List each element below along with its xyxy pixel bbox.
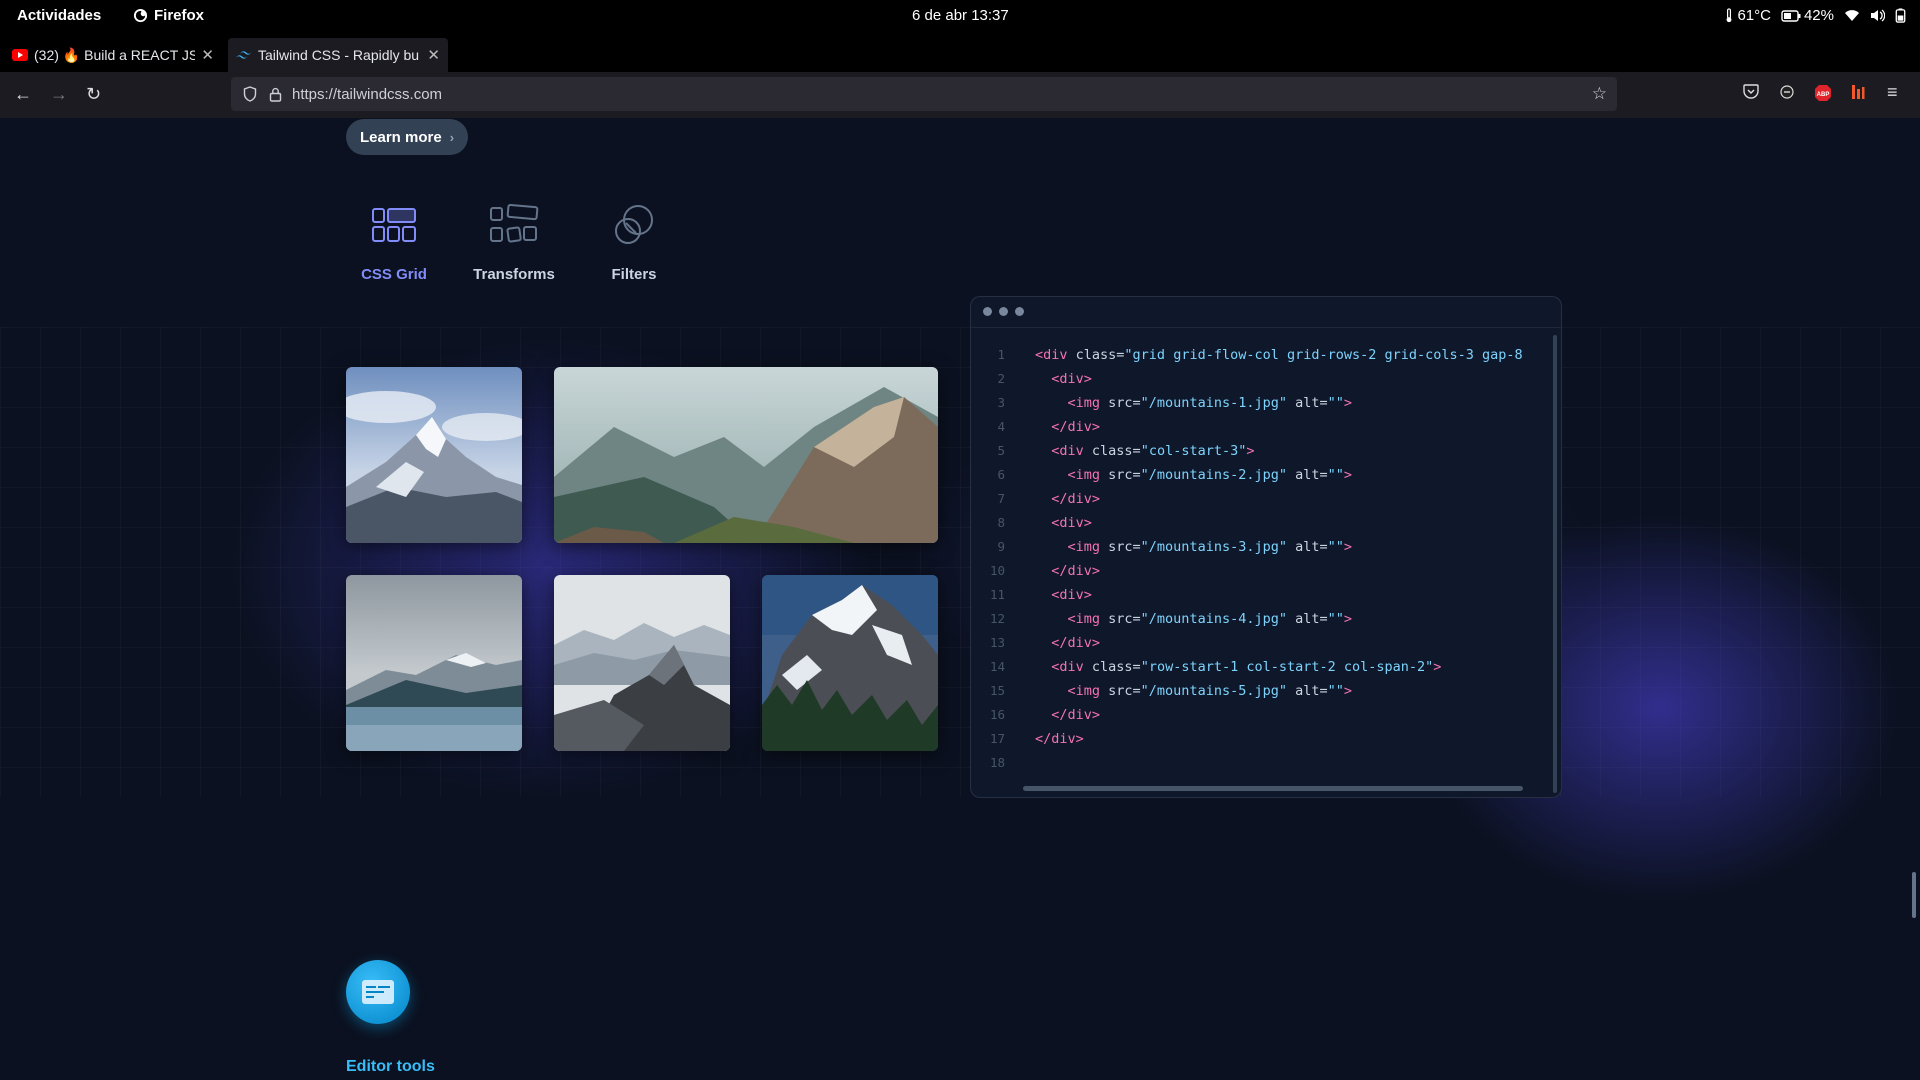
- window-dot: [1015, 307, 1024, 316]
- code-line: 15 <img src="/mountains-5.jpg" alt="">: [989, 683, 1353, 699]
- back-arrow-icon[interactable]: ←: [14, 84, 32, 105]
- filters-icon: [615, 205, 653, 244]
- svg-text:ABP: ABP: [1817, 92, 1830, 98]
- app-menu[interactable]: Firefox: [133, 7, 204, 24]
- window-dot: [983, 307, 992, 316]
- learn-more-label: Learn more: [360, 128, 442, 146]
- code-line: 17 </div>: [989, 731, 1084, 747]
- code-line: 14 <div class="row-start-1 col-start-2 c…: [989, 659, 1442, 675]
- vertical-scrollbar[interactable]: [1553, 335, 1557, 793]
- code-line: 6 <img src="/mountains-2.jpg" alt="">: [997, 467, 1353, 483]
- code-line: 5 <div class="col-start-3">: [997, 443, 1255, 459]
- url-text: https://tailwindcss.com: [292, 85, 443, 103]
- transforms-icon: [490, 204, 539, 243]
- mountain-photo-4: [762, 575, 938, 751]
- system-tray[interactable]: 61°C 42%: [1724, 7, 1906, 24]
- battery-indicator: 42%: [1781, 7, 1834, 24]
- editor-tools-icon: [346, 960, 410, 1024]
- adblock-plus-icon[interactable]: ABP: [1814, 84, 1832, 107]
- temperature-value: 61°C: [1737, 7, 1771, 24]
- close-icon[interactable]: ✕: [427, 46, 440, 64]
- window-controls: [983, 307, 1024, 316]
- code-line: 11 <div>: [989, 587, 1092, 603]
- webpage: Learn more › CSS Grid Transforms Filters…: [0, 118, 1920, 1080]
- code-line: 13 </div>: [989, 635, 1101, 651]
- code-line: 7 </div>: [997, 491, 1101, 507]
- code-line: 18: [989, 755, 1005, 770]
- feature-label: Transforms: [473, 266, 555, 283]
- system-top-bar: Actividades Firefox 6 de abr 13:37 61°C …: [0, 0, 1920, 32]
- lock-icon[interactable]: [269, 87, 282, 102]
- feature-tab-transforms[interactable]: Transforms: [459, 194, 569, 283]
- forward-arrow-icon[interactable]: →: [50, 84, 68, 105]
- mountain-photo-5: [554, 367, 938, 543]
- code-line: 10 </div>: [989, 563, 1101, 579]
- feature-label: Filters: [611, 266, 657, 283]
- wifi-icon: [1845, 10, 1859, 21]
- clock[interactable]: 6 de abr 13:37: [912, 7, 1009, 24]
- tab-bar: (32) 🔥 Build a REACT JS P ✕ Tailwind CSS…: [0, 32, 1920, 97]
- tab-youtube[interactable]: (32) 🔥 Build a REACT JS P ✕: [4, 38, 222, 72]
- extension-bars-icon[interactable]: [1851, 84, 1865, 105]
- page-scrollbar[interactable]: [1912, 872, 1916, 918]
- code-line: 1 <div class="grid grid-flow-col grid-row…: [997, 347, 1523, 363]
- volume-icon: [1871, 9, 1885, 22]
- code-lines: 1 <div class="grid grid-flow-col grid-row…: [971, 343, 1557, 775]
- app-name: Firefox: [154, 7, 205, 24]
- code-line: 3 <img src="/mountains-1.jpg" alt="">: [997, 395, 1353, 411]
- firefox-icon: [133, 8, 148, 23]
- chevron-right-icon: ›: [449, 129, 455, 145]
- temperature-indicator: 61°C: [1724, 7, 1771, 24]
- navigation-bar: ← → ↻ https://tailwindcss.com ☆ ABP ≡: [0, 72, 1920, 118]
- mountain-photo-2: [346, 575, 522, 751]
- extension-icon[interactable]: [1779, 84, 1795, 105]
- code-line: 4 </div>: [997, 419, 1101, 435]
- address-bar[interactable]: https://tailwindcss.com ☆: [231, 77, 1617, 111]
- tab-tailwind[interactable]: Tailwind CSS - Rapidly bu ✕: [228, 38, 448, 72]
- tailwind-icon: [236, 51, 252, 59]
- shield-icon[interactable]: [243, 86, 257, 102]
- code-line: 16 </div>: [989, 707, 1101, 723]
- code-line: 8 <div>: [997, 515, 1092, 531]
- bookmark-star-icon[interactable]: ☆: [1592, 84, 1607, 104]
- reload-icon[interactable]: ↻: [86, 84, 101, 105]
- code-line: 9 <img src="/mountains-3.jpg" alt="">: [997, 539, 1353, 555]
- youtube-icon: [12, 49, 28, 61]
- code-line: 2 <div>: [997, 371, 1092, 387]
- divider: [971, 327, 1561, 328]
- window-dot: [999, 307, 1008, 316]
- code-line: 12 <img src="/mountains-4.jpg" alt="">: [989, 611, 1353, 627]
- tab-title: Tailwind CSS - Rapidly bu: [258, 47, 420, 63]
- thermometer-icon: [1727, 8, 1732, 23]
- mountain-photo-3: [554, 575, 730, 751]
- close-icon[interactable]: ✕: [201, 46, 214, 64]
- feature-tab-css-grid[interactable]: CSS Grid: [339, 194, 449, 283]
- battery-icon: [1781, 9, 1801, 22]
- battery-value: 42%: [1803, 7, 1834, 24]
- feature-tab-filters[interactable]: Filters: [579, 194, 689, 283]
- learn-more-button[interactable]: Learn more ›: [346, 119, 469, 155]
- horizontal-scrollbar[interactable]: [1023, 786, 1523, 791]
- feature-label: CSS Grid: [361, 266, 427, 283]
- tab-title: (32) 🔥 Build a REACT JS P: [34, 46, 196, 63]
- editor-tools-heading: Editor tools: [346, 1058, 435, 1075]
- mountain-photo-1: [346, 367, 522, 543]
- pocket-icon[interactable]: [1743, 84, 1759, 104]
- power-battery-icon: [1895, 8, 1906, 23]
- menu-hamburger-icon[interactable]: ≡: [1887, 82, 1898, 103]
- css-grid-icon: [372, 208, 416, 242]
- code-editor-window: 1 <div class="grid grid-flow-col grid-row…: [970, 296, 1562, 798]
- activities-button[interactable]: Actividades: [17, 7, 101, 24]
